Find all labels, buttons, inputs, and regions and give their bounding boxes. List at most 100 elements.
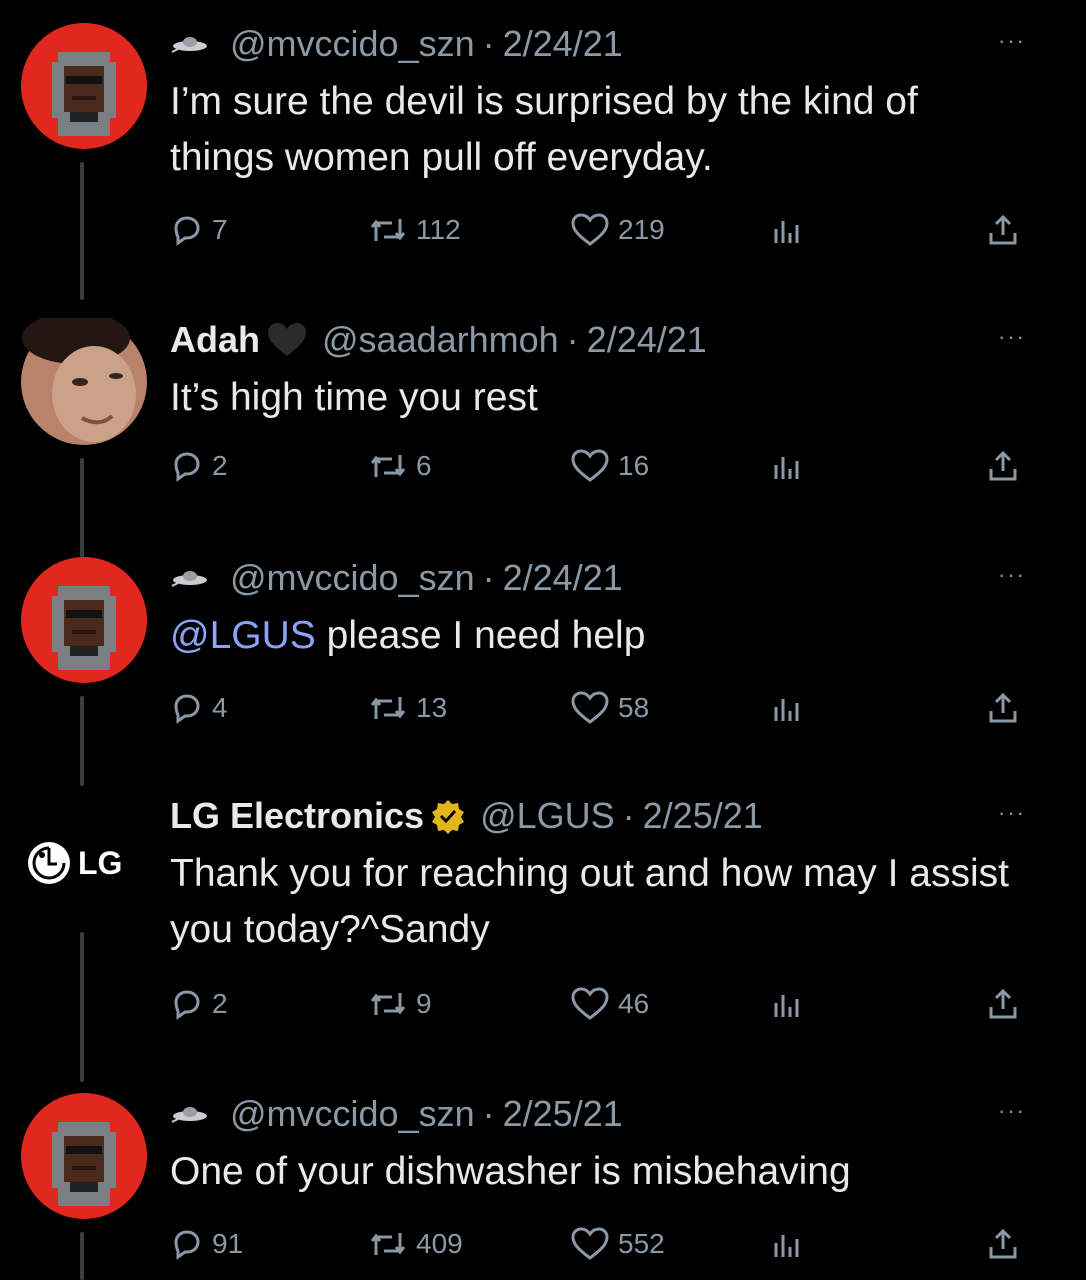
retweet-icon: [370, 697, 406, 719]
reply-icon: [174, 216, 200, 246]
thread-line: [80, 1232, 84, 1280]
like-button[interactable]: 46: [570, 982, 649, 1026]
share-icon: [989, 1228, 1017, 1259]
user-handle[interactable]: @mvccido_szn: [230, 1093, 475, 1135]
tweet-actions: 2 9 46: [170, 982, 1050, 1026]
tweet-actions: 4 13 58: [170, 686, 1050, 730]
avatar[interactable]: LG: [26, 840, 122, 886]
reply-button[interactable]: 91: [170, 1222, 243, 1266]
avatar[interactable]: [20, 312, 148, 446]
pixel-avatar-icon: [21, 1093, 147, 1219]
more-options-button[interactable]: ···: [998, 1098, 1026, 1124]
retweet-count: 13: [416, 692, 448, 723]
user-handle[interactable]: @mvccido_szn: [230, 23, 475, 65]
black-heart-icon: [266, 322, 308, 358]
more-options-button[interactable]: ···: [998, 562, 1026, 588]
pixel-avatar-icon: [21, 23, 147, 149]
tweet-thread: @mvccido_szn · 2/24/21 I’m sure the devi…: [0, 0, 1086, 1280]
tweet-actions: 91 409 552: [170, 1222, 1050, 1266]
reply-icon: [174, 694, 200, 724]
mention-link[interactable]: @LGUS: [170, 614, 316, 657]
like-button[interactable]: 219: [570, 208, 665, 252]
retweet-button[interactable]: 9: [368, 982, 432, 1026]
like-button[interactable]: 16: [570, 444, 649, 488]
tweet-text: I’m sure the devil is surprised by the k…: [170, 80, 918, 179]
retweet-button[interactable]: 409: [368, 1222, 463, 1266]
like-count: 46: [618, 988, 650, 1019]
thread-line: [80, 696, 84, 786]
tweet-date[interactable]: 2/25/21: [503, 1093, 623, 1135]
share-button[interactable]: [986, 982, 1028, 1026]
heart-icon: [571, 213, 609, 246]
retweet-button[interactable]: 6: [368, 444, 432, 488]
share-button[interactable]: [986, 444, 1028, 488]
user-handle[interactable]: @LGUS: [480, 795, 615, 837]
pixel-avatar-icon: [21, 557, 147, 683]
retweet-count: 409: [416, 1228, 463, 1259]
retweet-count: 6: [416, 450, 432, 481]
analytics-icon: [774, 457, 799, 479]
retweet-button[interactable]: 112: [368, 208, 461, 252]
user-handle[interactable]: @mvccido_szn: [230, 557, 475, 599]
retweet-button[interactable]: 13: [368, 686, 447, 730]
thread-line: [80, 932, 84, 1082]
profile-photo-icon: [21, 312, 147, 445]
tweet-text-content: please I need help: [326, 614, 646, 657]
analytics-button[interactable]: [770, 686, 812, 730]
analytics-button[interactable]: [770, 1222, 812, 1266]
like-button[interactable]: 552: [570, 1222, 665, 1266]
share-button[interactable]: [986, 208, 1028, 252]
reply-button[interactable]: 4: [170, 686, 228, 730]
analytics-button[interactable]: [770, 444, 812, 488]
user-name[interactable]: Adah: [170, 319, 260, 361]
analytics-icon: [774, 1235, 799, 1257]
separator-dot: ·: [622, 795, 635, 836]
tweet-date[interactable]: 2/25/21: [643, 795, 763, 837]
verified-badge-icon: [430, 798, 466, 834]
tweet-date[interactable]: 2/24/21: [503, 557, 623, 599]
analytics-button[interactable]: [770, 208, 812, 252]
heart-icon: [571, 449, 609, 482]
share-button[interactable]: [986, 1222, 1028, 1266]
more-options-button[interactable]: ···: [998, 324, 1026, 350]
share-icon: [989, 450, 1017, 481]
reply-icon: [174, 452, 200, 482]
user-handle[interactable]: @saadarhmoh: [322, 319, 559, 361]
tweet-date[interactable]: 2/24/21: [587, 319, 707, 361]
reply-count: 2: [212, 988, 228, 1019]
thread-line: [80, 162, 84, 300]
tweet-header: @mvccido_szn · 2/24/21: [170, 556, 1024, 600]
tweet-text: One of your dishwasher is misbehaving: [170, 1150, 851, 1193]
tweet-text: Thank you for reaching out and how may I…: [170, 852, 1009, 951]
tweet-header: @mvccido_szn · 2/24/21: [170, 22, 1024, 66]
tweet-actions: 2 6 16: [170, 444, 1050, 488]
retweet-count: 112: [416, 214, 461, 245]
ufo-icon: [170, 1104, 208, 1124]
retweet-icon: [370, 219, 406, 241]
tweet-header: @mvccido_szn · 2/25/21: [170, 1092, 1024, 1136]
separator-dot: ·: [482, 1093, 495, 1134]
reply-button[interactable]: 2: [170, 982, 228, 1026]
analytics-icon: [774, 995, 799, 1017]
reply-button[interactable]: 7: [170, 208, 228, 252]
heart-icon: [571, 691, 609, 724]
user-name[interactable]: LG Electronics: [170, 795, 424, 837]
retweet-icon: [370, 1233, 406, 1255]
like-count: 552: [618, 1228, 665, 1259]
heart-icon: [571, 1227, 609, 1260]
reply-button[interactable]: 2: [170, 444, 228, 488]
like-count: 58: [618, 692, 650, 723]
reply-count: 4: [212, 692, 228, 723]
tweet-date[interactable]: 2/24/21: [503, 23, 623, 65]
reply-count: 91: [212, 1228, 244, 1259]
avatar[interactable]: [20, 22, 148, 150]
avatar[interactable]: [20, 556, 148, 684]
more-options-button[interactable]: ···: [998, 800, 1026, 826]
like-button[interactable]: 58: [570, 686, 649, 730]
share-button[interactable]: [986, 686, 1028, 730]
avatar[interactable]: [20, 1092, 148, 1220]
more-options-button[interactable]: ···: [998, 28, 1026, 54]
tweet-text: @LGUS please I need help: [170, 608, 1024, 664]
analytics-icon: [774, 221, 799, 243]
analytics-button[interactable]: [770, 982, 812, 1026]
